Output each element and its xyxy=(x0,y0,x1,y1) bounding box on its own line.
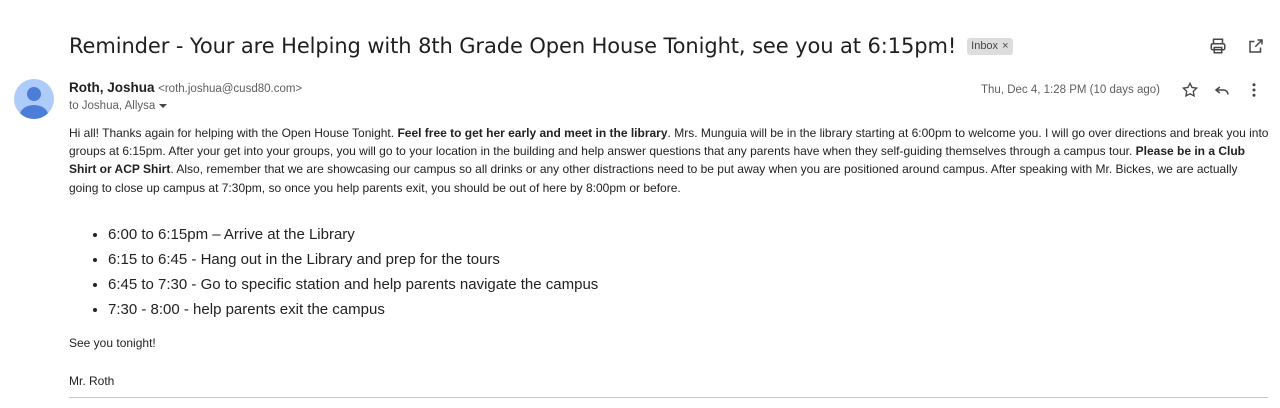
message-meta: Thu, Dec 4, 1:28 PM (10 days ago) xyxy=(981,78,1266,102)
body-text: . Also, remember that we are showcasing … xyxy=(69,162,1238,195)
signature: Mr. Roth xyxy=(69,374,115,388)
list-item: 6:00 to 6:15pm – Arrive at the Library xyxy=(108,222,598,247)
inbox-label[interactable]: Inbox × xyxy=(967,37,1013,55)
remove-label-button[interactable]: × xyxy=(1002,40,1008,52)
list-item: 6:45 to 7:30 - Go to specific station an… xyxy=(108,272,598,297)
message-date: Thu, Dec 4, 1:28 PM (10 days ago) xyxy=(981,84,1160,96)
chevron-down-icon[interactable] xyxy=(158,101,168,111)
more-vertical-icon[interactable] xyxy=(1242,78,1266,102)
divider xyxy=(69,397,1268,398)
inbox-label-text: Inbox xyxy=(971,40,999,52)
person-icon xyxy=(20,87,48,119)
body-text: Hi all! Thanks again for helping with th… xyxy=(69,126,398,140)
subject-row: Reminder - Your are Helping with 8th Gra… xyxy=(69,30,1280,62)
open-in-new-window-icon[interactable] xyxy=(1244,34,1268,58)
body-emphasis: Feel free to get her early and meet in t… xyxy=(397,126,668,140)
star-icon[interactable] xyxy=(1178,78,1202,102)
recipients-text: to Joshua, Allysa xyxy=(69,100,156,112)
sender-name[interactable]: Roth, Joshua xyxy=(69,80,155,95)
sender-email: <roth.joshua@cusd80.com> xyxy=(158,83,303,95)
schedule-list: 6:00 to 6:15pm – Arrive at the Library 6… xyxy=(92,222,598,322)
list-item: 7:30 - 8:00 - help parents exit the camp… xyxy=(108,297,598,322)
email-subject: Reminder - Your are Helping with 8th Gra… xyxy=(69,34,957,58)
sender-line: Roth, Joshua <roth.joshua@cusd80.com> xyxy=(69,80,302,95)
closing-line: See you tonight! xyxy=(69,336,156,350)
list-item: 6:15 to 6:45 - Hang out in the Library a… xyxy=(108,247,598,272)
print-icon[interactable] xyxy=(1206,34,1230,58)
thread-actions xyxy=(1206,34,1268,58)
avatar[interactable] xyxy=(14,79,54,119)
reply-icon[interactable] xyxy=(1210,78,1234,102)
message-body: Hi all! Thanks again for helping with th… xyxy=(69,124,1269,197)
recipients-line: to Joshua, Allysa xyxy=(69,100,168,112)
